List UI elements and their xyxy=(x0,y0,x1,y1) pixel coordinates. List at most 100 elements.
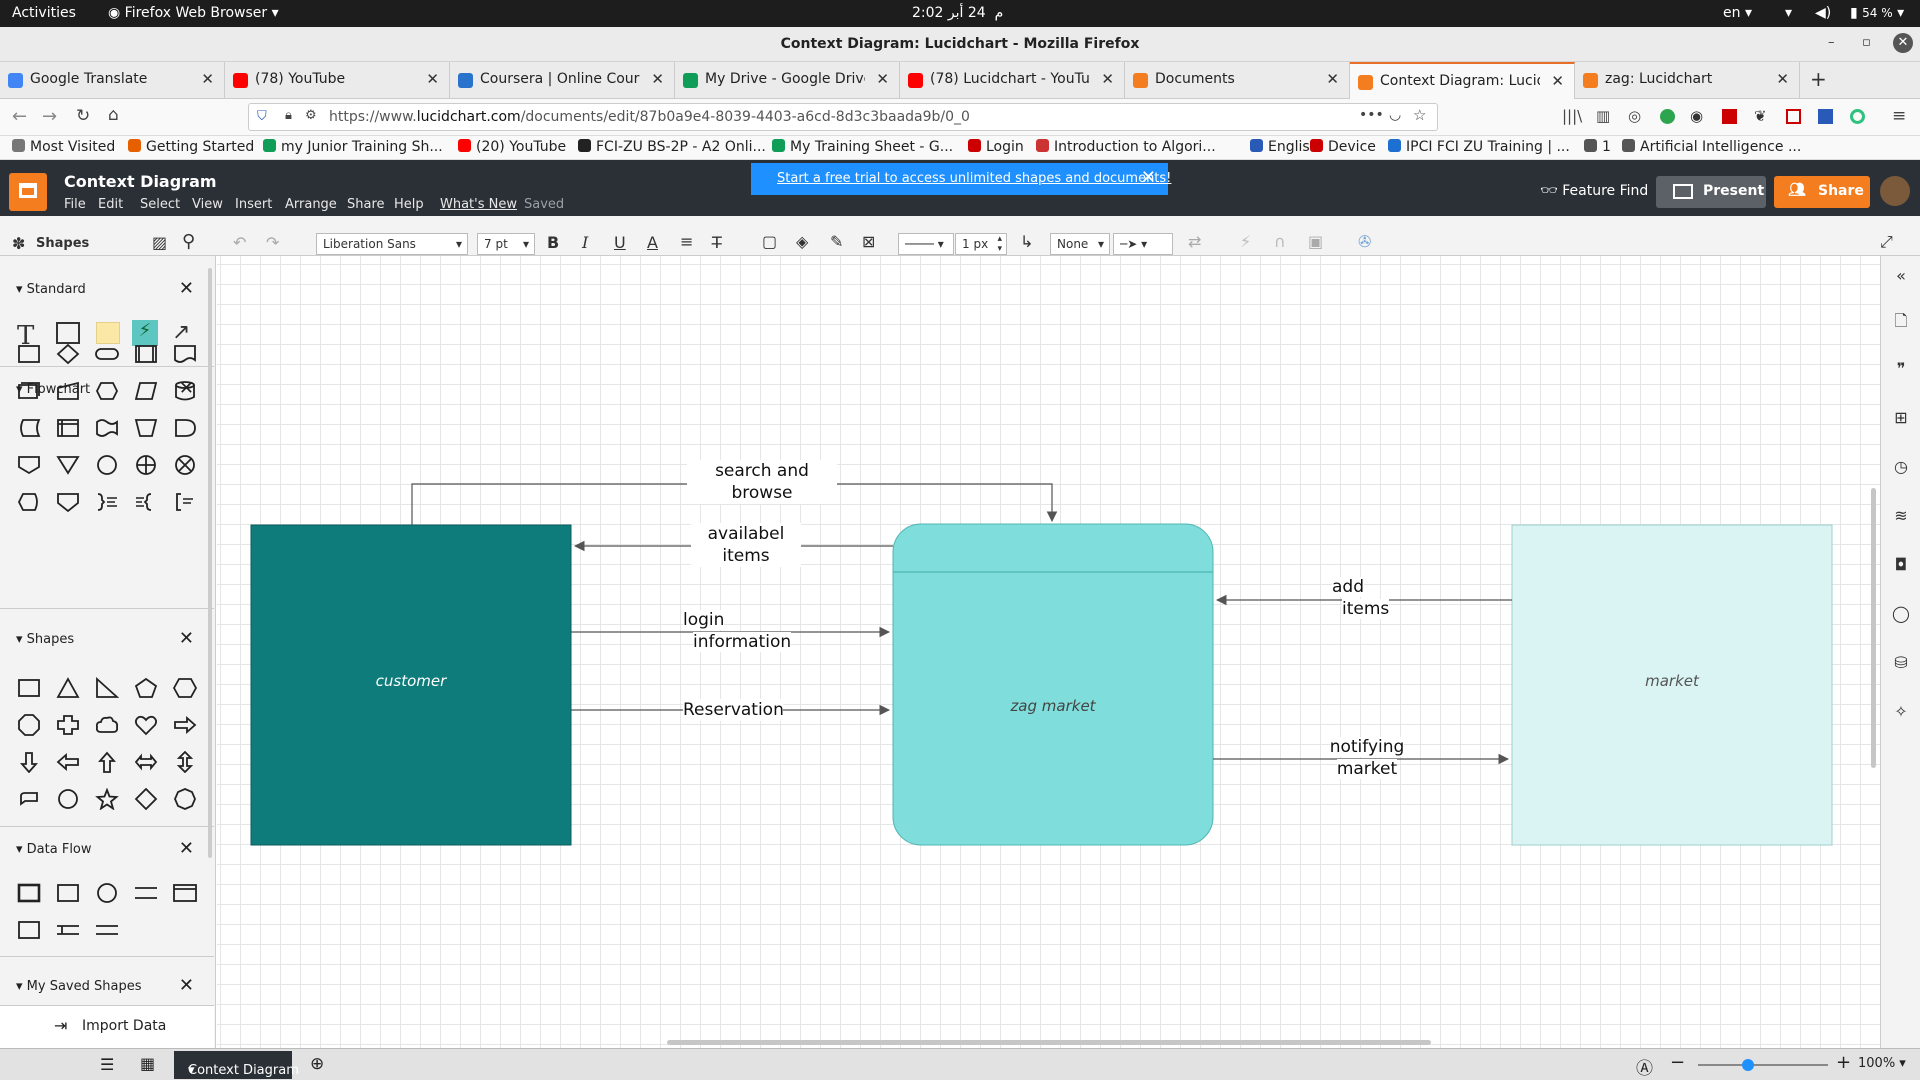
redo-icon[interactable]: ↷ xyxy=(266,233,279,252)
section-my-saved-shapes[interactable]: ▾ My Saved Shapes ✕ xyxy=(0,971,214,1001)
menu-item[interactable]: Edit xyxy=(98,197,123,212)
style-icon[interactable]: ⊠ xyxy=(862,232,875,251)
lucid-logo[interactable] xyxy=(9,173,47,211)
sidebar-icon[interactable]: ▥ xyxy=(1596,107,1610,125)
extension-icon[interactable] xyxy=(1786,109,1801,124)
text-color-icon[interactable]: A xyxy=(647,233,658,252)
off-page-shape-icon[interactable] xyxy=(17,454,41,476)
df-store3-shape-icon[interactable] xyxy=(95,919,119,941)
cross-shape-icon[interactable] xyxy=(56,714,80,736)
note-shape-icon[interactable] xyxy=(96,322,120,344)
magnet-icon[interactable]: ∩ xyxy=(1274,232,1286,251)
library-icon[interactable]: |||\ xyxy=(1562,107,1582,125)
comments-icon[interactable]: ◯ xyxy=(1891,604,1911,624)
shapes-gear-icon[interactable]: ✽ xyxy=(12,234,25,253)
feature-find-button[interactable]: 👓︎ Feature Find xyxy=(1540,183,1648,199)
horizontal-scrollbar[interactable] xyxy=(667,1040,1431,1045)
trial-banner-link[interactable]: Start a free trial to access unlimited s… xyxy=(777,171,1171,186)
close-tab-icon[interactable]: ✕ xyxy=(1326,70,1339,88)
diamond-shape-icon[interactable] xyxy=(134,787,158,811)
browser-tab[interactable]: My Drive - Google Drive ✕ xyxy=(675,62,900,99)
activities-button[interactable]: Activities xyxy=(12,5,76,21)
manual-input-shape-icon[interactable] xyxy=(56,380,80,402)
app-menu[interactable]: ◉ Firefox Web Browser ▾ xyxy=(108,5,279,21)
menu-item[interactable]: Select xyxy=(140,197,180,212)
close-tab-icon[interactable]: ✕ xyxy=(876,70,889,88)
section-data-flow[interactable]: ▾ Data Flow ✕ xyxy=(0,834,214,864)
reload-icon[interactable]: ↻ xyxy=(76,106,90,126)
browser-tab[interactable]: (78) YouTube ✕ xyxy=(225,62,450,99)
maximize-button[interactable]: ▫ xyxy=(1862,35,1871,50)
menu-item[interactable]: Help xyxy=(394,197,424,212)
triangle-shape-icon[interactable] xyxy=(56,677,80,699)
bookmark-item[interactable]: English xyxy=(1250,139,1319,155)
close-icon[interactable]: ✕ xyxy=(1141,167,1156,188)
battery-indicator[interactable]: ▮ 54 % ▾ xyxy=(1850,5,1904,21)
bold-icon[interactable]: B xyxy=(547,233,559,252)
octagon-shape-icon[interactable] xyxy=(17,714,41,736)
terminator-shape-icon[interactable] xyxy=(95,343,119,365)
bookmark-star-icon[interactable]: ☆ xyxy=(1413,106,1426,124)
zoom-out-icon[interactable]: − xyxy=(1670,1052,1685,1073)
bookmark-item[interactable]: Login xyxy=(968,139,1024,155)
lock-icon[interactable]: ▣ xyxy=(1308,232,1323,251)
shapes-panel-label[interactable]: Shapes xyxy=(36,236,89,251)
decision-shape-icon[interactable] xyxy=(56,343,80,365)
browser-tab[interactable]: Context Diagram: Lucidc ✕ xyxy=(1350,62,1575,99)
fullscreen-icon[interactable]: ⤢ xyxy=(1880,232,1893,252)
preparation-shape-icon[interactable] xyxy=(95,380,119,402)
panel-scrollbar[interactable] xyxy=(208,268,212,858)
star-shape-icon[interactable] xyxy=(95,787,119,811)
fill-color-icon[interactable]: ◈ xyxy=(796,232,808,251)
align-icon[interactable]: ≡ xyxy=(680,232,693,251)
arrow-line-icon[interactable]: ↗ xyxy=(172,320,196,345)
wrench-icon[interactable]: ✇ xyxy=(1358,232,1371,251)
browser-tab[interactable]: Coursera | Online Course ✕ xyxy=(450,62,675,99)
extension-icon[interactable] xyxy=(1850,109,1865,124)
close-icon[interactable]: ✕ xyxy=(179,838,194,859)
close-tab-icon[interactable]: ✕ xyxy=(201,70,214,88)
forward-icon[interactable]: → xyxy=(42,106,57,127)
connector-shape-icon[interactable] xyxy=(95,454,119,476)
url-bar[interactable]: ⛉ 🔒︎ ⚙ https://www.lucidchart.com/docume… xyxy=(248,103,1438,131)
swap-icon[interactable]: ⇄ xyxy=(1188,232,1201,251)
brace-l-shape-icon[interactable] xyxy=(95,491,119,513)
bookmark-item[interactable]: my Junior Training Sh... xyxy=(263,139,443,155)
badge-shape-icon[interactable] xyxy=(173,788,197,810)
database-icon[interactable]: ⛁ xyxy=(1891,653,1911,673)
history-icon[interactable]: ◷ xyxy=(1891,457,1911,477)
annotation-shape-icon[interactable] xyxy=(173,491,197,513)
account-icon[interactable]: ◎ xyxy=(1628,107,1641,125)
card-shape-icon[interactable] xyxy=(56,491,80,513)
menu-item[interactable]: What's New xyxy=(440,197,517,212)
pentagon-shape-icon[interactable] xyxy=(134,677,158,699)
df-store2-shape-icon[interactable] xyxy=(56,919,80,941)
zoom-slider-handle[interactable] xyxy=(1742,1059,1754,1071)
shape-border-icon[interactable]: ▢ xyxy=(762,232,777,251)
or-shape-icon[interactable] xyxy=(134,454,158,476)
brace-r-shape-icon[interactable] xyxy=(134,491,158,513)
menu-item[interactable]: View xyxy=(192,197,223,212)
trial-banner[interactable]: Start a free trial to access unlimited s… xyxy=(751,163,1171,195)
delay-shape-icon[interactable] xyxy=(173,417,197,439)
circle-shape-icon[interactable] xyxy=(56,788,80,810)
data-icon[interactable]: ◘ xyxy=(1891,555,1911,575)
close-icon[interactable]: ✕ xyxy=(179,278,194,299)
extension-icon[interactable] xyxy=(1660,109,1675,124)
data-shape-icon[interactable] xyxy=(134,380,158,402)
bookmark-item[interactable]: Introduction to Algori... xyxy=(1036,139,1216,155)
hexagon-shape-icon[interactable] xyxy=(172,677,198,699)
text-shape-icon[interactable]: T xyxy=(17,321,41,351)
bookmark-item[interactable]: IPCI FCI ZU Training | ... xyxy=(1388,139,1570,155)
browser-tab[interactable]: (78) Lucidchart - YouTub ✕ xyxy=(900,62,1125,99)
heart-shape-icon[interactable] xyxy=(134,714,158,736)
extension-icon[interactable]: ❦ xyxy=(1754,107,1767,125)
underline-icon[interactable]: U xyxy=(614,233,626,252)
bookmark-item[interactable]: (20) YouTube xyxy=(458,139,566,155)
image-icon[interactable]: ▨ xyxy=(152,233,167,252)
predefined-shape-icon[interactable] xyxy=(134,343,158,365)
multi-doc-shape-icon[interactable] xyxy=(17,380,41,402)
extension-icon[interactable] xyxy=(1722,109,1737,124)
arrow-left-shape-icon[interactable] xyxy=(56,751,80,773)
paper-tape-shape-icon[interactable] xyxy=(95,417,119,439)
